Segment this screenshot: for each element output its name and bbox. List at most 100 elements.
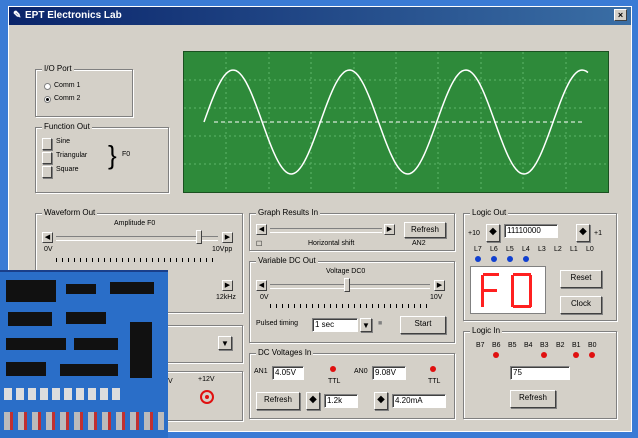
io-port-label: I/O Port	[42, 64, 74, 73]
shift-track	[270, 228, 382, 233]
logic-out-bits: L7 L6 L5 L4 L3 L2 L1 L0	[474, 246, 610, 264]
logic-out-bit-label: L0	[586, 246, 594, 253]
logic-out-group: Logic Out +10 ◆ 11110000 ◆ +1 L7 L6 L5 L4 L3…	[463, 208, 617, 321]
waveform-out-label: Waveform Out	[42, 208, 98, 217]
variable-dc-label: Variable DC Out	[256, 256, 318, 265]
logic-in-bit-label: B3	[540, 342, 549, 349]
pulsed-timing-select[interactable]: 1 sec	[312, 318, 358, 332]
graph-results-group: Graph Results In ◀ ▶ Refresh ☐ Horizonta…	[249, 208, 455, 251]
an0-led	[430, 366, 436, 372]
function-out-group: Function Out Sine Triangular Square } F0	[35, 122, 169, 193]
dc-max: 10V	[430, 294, 443, 301]
graph-results-label: Graph Results In	[256, 208, 321, 217]
logic-out-bit-label: L5	[506, 246, 514, 253]
an0-field[interactable]: 9.08V	[372, 366, 406, 380]
square-label: Square	[56, 166, 79, 173]
logic-out-bit-led	[475, 256, 481, 262]
dropdown-button[interactable]: ▼	[218, 336, 232, 350]
connector-icon	[6, 280, 56, 302]
logic-decrement-button[interactable]: ◆	[486, 224, 500, 242]
pulsed-timing-label: Pulsed timing	[256, 320, 299, 327]
comm2-radio[interactable]	[44, 96, 51, 103]
pulsed-checkbox[interactable]: ■	[378, 320, 382, 327]
clock-button[interactable]: Clock	[560, 296, 602, 314]
pulsed-timing-dropdown[interactable]: ▼	[360, 318, 372, 332]
triangular-button[interactable]	[42, 152, 52, 164]
seven-seg-display: F0	[470, 266, 546, 314]
dc-stepper-button[interactable]: ◆	[306, 392, 320, 410]
logic-in-label: Logic In	[470, 326, 503, 335]
title-bar: ✎ EPT Electronics Lab ×	[9, 7, 631, 25]
logic-out-bit-label: L6	[490, 246, 498, 253]
logic-in-bit-label: B1	[572, 342, 581, 349]
shift-right-button[interactable]: ▶	[384, 224, 395, 235]
logic-in-bit-led	[573, 352, 579, 358]
logic-in-bit-label: B7	[476, 342, 485, 349]
dc-ticks	[270, 304, 430, 308]
shift-left-button[interactable]: ◀	[256, 224, 267, 235]
logic-in-bit-label: B2	[556, 342, 565, 349]
supply-partial-v: V	[168, 378, 173, 385]
amplitude-slider-thumb[interactable]	[196, 230, 203, 244]
dc-voltages-label: DC Voltages In	[256, 348, 314, 357]
logic-out-bit-led	[491, 256, 497, 262]
logic-in-bit-label: B0	[588, 342, 597, 349]
dc-left-button[interactable]: ◀	[256, 280, 267, 291]
select-group: ▼	[159, 325, 243, 363]
logic-out-bit-label: L4	[522, 246, 530, 253]
app-icon: ✎	[13, 10, 22, 21]
logic-in-value[interactable]: 75	[510, 366, 570, 380]
logic-out-bit-label: L7	[474, 246, 482, 253]
logic-in-bit-label: B6	[492, 342, 501, 349]
logic-out-bit-label: L1	[570, 246, 578, 253]
amplitude-right-button[interactable]: ▶	[222, 232, 233, 243]
logic-out-label: Logic Out	[470, 208, 509, 217]
dc-right-button[interactable]: ▶	[434, 280, 445, 291]
logic-out-bit-label: L3	[538, 246, 546, 253]
reset-button[interactable]: Reset	[560, 270, 602, 288]
dc-min: 0V	[260, 294, 269, 301]
current-field[interactable]: 4.20mA	[392, 394, 446, 408]
resistance-field[interactable]: 1.2k	[324, 394, 358, 408]
close-button[interactable]: ×	[614, 9, 627, 21]
channel-label: AN2	[412, 240, 426, 247]
logic-out-bit-label: L2	[554, 246, 562, 253]
an1-led	[330, 366, 336, 372]
an0-label: AN0	[354, 368, 368, 375]
dc-voltages-group: DC Voltages In AN1 4.05V TTL AN0 9.08V T…	[249, 348, 455, 419]
circuit-board-image	[0, 270, 168, 438]
shift-checkbox[interactable]: ☐	[256, 240, 262, 248]
function-out-label: Function Out	[42, 122, 92, 131]
logic-in-bit-label: B4	[524, 342, 533, 349]
io-port-group: I/O Port Comm 1 Comm 2	[35, 64, 133, 117]
logic-out-bit-led	[523, 256, 529, 262]
frequency-right-button[interactable]: ▶	[222, 280, 233, 291]
dc-slider-thumb[interactable]	[343, 278, 350, 292]
dc-stepper2-button[interactable]: ◆	[374, 392, 388, 410]
supply-indicator-icon	[200, 390, 214, 404]
sine-button[interactable]	[42, 138, 52, 150]
ttl0-label: TTL	[428, 378, 441, 385]
dc-refresh-button[interactable]: Refresh	[256, 392, 300, 410]
comm1-radio[interactable]	[44, 83, 51, 90]
logic-out-bit-led	[507, 256, 513, 262]
supply-label: +12V	[198, 376, 215, 383]
function-output-label: F0	[122, 151, 131, 158]
amplitude-left-button[interactable]: ◀	[42, 232, 53, 243]
logic-increment-button[interactable]: ◆	[576, 224, 590, 242]
comm2-label: Comm 2	[54, 95, 81, 102]
logic-in-bit-led	[589, 352, 595, 358]
logic-value-field[interactable]: 11110000	[504, 224, 558, 238]
amplitude-ticks	[56, 258, 218, 262]
logic-minus-label: +10	[468, 230, 480, 237]
graph-refresh-button[interactable]: Refresh	[404, 222, 446, 238]
an1-field[interactable]: 4.05V	[272, 366, 304, 380]
start-button[interactable]: Start	[400, 316, 446, 334]
oscilloscope-display	[183, 51, 609, 193]
logic-in-refresh-button[interactable]: Refresh	[510, 390, 556, 408]
logic-in-bit-led	[493, 352, 499, 358]
logic-in-group: Logic In B7 B6 B5 B4 B3 B2 B1 B0 75 Refresh	[463, 326, 617, 419]
supply-group: V +12V	[159, 371, 243, 421]
square-button[interactable]	[42, 166, 52, 178]
amplitude-max: 10Vpp	[212, 246, 233, 253]
